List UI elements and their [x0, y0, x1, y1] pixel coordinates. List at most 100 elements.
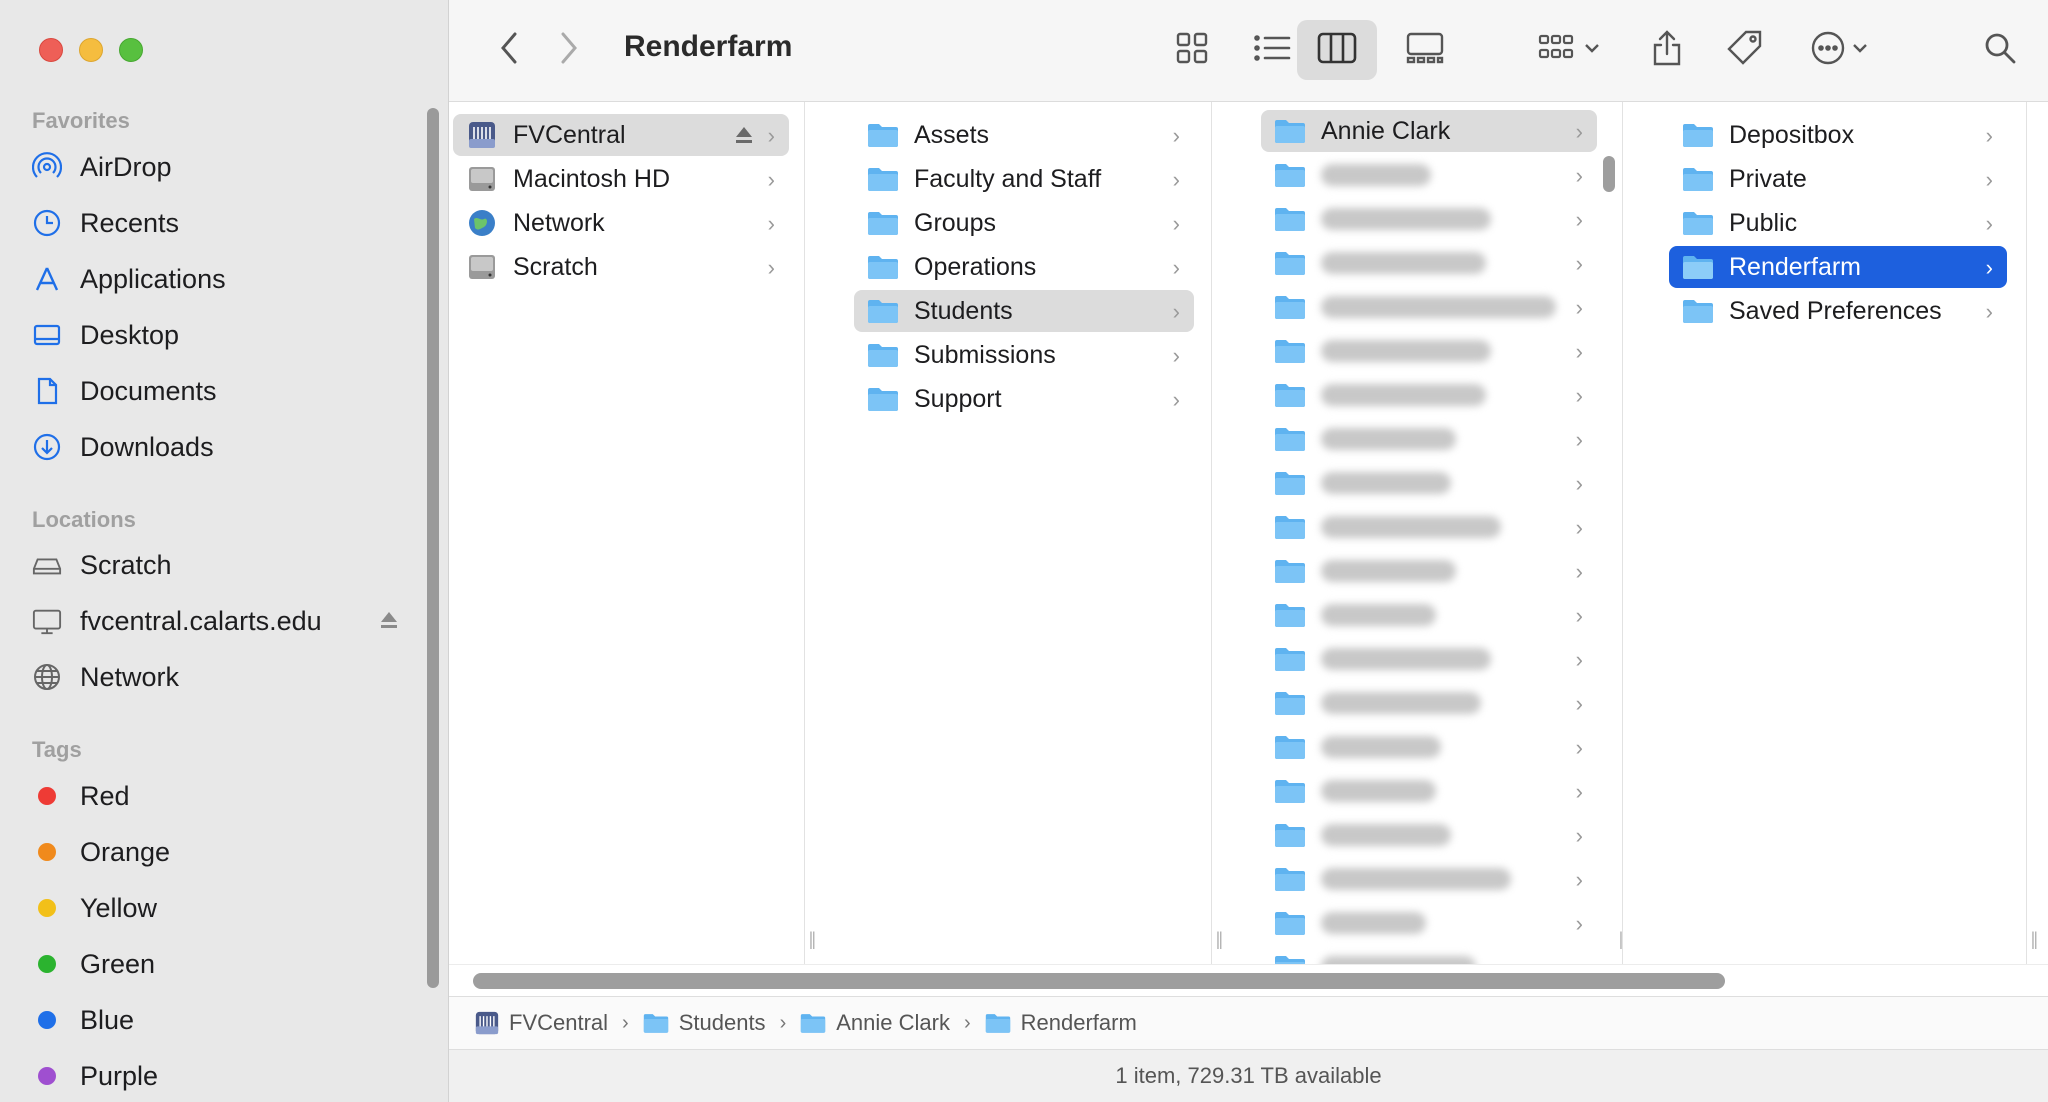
list-item[interactable]: ›	[1261, 550, 1597, 592]
chevron-right-icon: ›	[1575, 207, 1583, 232]
list-item-saved-preferences[interactable]: Saved Preferences ›	[1669, 290, 2007, 332]
finder-window: Favorites AirDrop Recents Applications D…	[0, 0, 2048, 1102]
item-label: Renderfarm	[1729, 252, 1861, 281]
list-item[interactable]: ›	[1261, 726, 1597, 768]
column-view-button[interactable]	[1297, 20, 1377, 80]
list-item[interactable]: ›	[1261, 506, 1597, 548]
list-item-operations[interactable]: Operations ›	[854, 246, 1194, 288]
path-crumb-label: FVCentral	[509, 1010, 609, 1035]
column-scrollbar[interactable]	[1603, 156, 1615, 192]
list-item-depositbox[interactable]: Depositbox ›	[1669, 114, 2007, 156]
zoom-window-button[interactable]	[119, 38, 143, 62]
tag-dot-icon	[38, 843, 56, 861]
list-item-annie-clark[interactable]: Annie Clark ›	[1261, 110, 1597, 152]
share-button[interactable]	[1639, 22, 1695, 78]
list-item[interactable]: ›	[1261, 770, 1597, 812]
list-item-renderfarm[interactable]: Renderfarm ›	[1669, 246, 2007, 288]
forward-button[interactable]	[549, 22, 589, 78]
path-crumb-label: Renderfarm	[1020, 1010, 1137, 1035]
path-crumb-fvcentral[interactable]: FVCentral	[475, 1010, 608, 1036]
sidebar-tag-purple[interactable]: Purple	[32, 1051, 422, 1101]
more-actions-button[interactable]	[1799, 22, 1879, 78]
path-crumb-label: Students	[678, 1010, 766, 1035]
list-item[interactable]: ›	[1261, 374, 1597, 416]
sidebar-tag-blue[interactable]: Blue	[32, 995, 422, 1045]
item-label: Submissions	[914, 340, 1056, 369]
horizontal-scrollbar-thumb[interactable]	[473, 973, 1725, 989]
list-item[interactable]: ›	[1261, 242, 1597, 284]
horizontal-scrollbar[interactable]	[449, 964, 2048, 996]
sidebar-tag-green[interactable]: Green	[32, 939, 422, 989]
list-item-public[interactable]: Public ›	[1669, 202, 2007, 244]
sidebar-item-scratch[interactable]: Scratch	[32, 540, 422, 590]
tag-icon	[1726, 29, 1764, 72]
close-window-button[interactable]	[39, 38, 63, 62]
list-item[interactable]: ›	[1261, 418, 1597, 460]
list-item-students[interactable]: Students ›	[854, 290, 1194, 332]
column-resize-handle[interactable]: ||	[1619, 929, 1622, 950]
eject-icon[interactable]	[378, 609, 400, 636]
list-item[interactable]: ›	[1261, 638, 1597, 680]
list-item-groups[interactable]: Groups ›	[854, 202, 1194, 244]
path-separator-icon: ›	[622, 1011, 629, 1034]
list-item[interactable]: ›	[1261, 814, 1597, 856]
list-item-fvcentral[interactable]: FVCentral ›	[453, 114, 789, 156]
list-item[interactable]: ›	[1261, 946, 1597, 964]
list-item-private[interactable]: Private ›	[1669, 158, 2007, 200]
list-item[interactable]: ›	[1261, 902, 1597, 944]
sidebar-tag-orange[interactable]: Orange	[32, 827, 422, 877]
group-by-button[interactable]	[1529, 22, 1609, 78]
list-item[interactable]: ›	[1261, 198, 1597, 240]
search-icon	[1983, 31, 2017, 70]
eject-icon[interactable]	[733, 124, 755, 151]
gallery-view-button[interactable]	[1385, 22, 1465, 78]
locations-section-title: Locations	[32, 507, 136, 532]
sidebar-item-applications[interactable]: Applications	[32, 254, 422, 304]
sidebar-item-airdrop[interactable]: AirDrop	[32, 142, 422, 192]
column-resize-handle[interactable]: ||	[1216, 929, 1224, 950]
sidebar: Favorites AirDrop Recents Applications D…	[0, 0, 449, 1102]
sidebar-item-fvcentral-server[interactable]: fvcentral.calarts.edu	[32, 596, 422, 646]
sidebar-tag-yellow[interactable]: Yellow	[32, 883, 422, 933]
list-item-faculty-and-staff[interactable]: Faculty and Staff ›	[854, 158, 1194, 200]
list-item[interactable]: ›	[1261, 286, 1597, 328]
sidebar-item-documents[interactable]: Documents	[32, 366, 422, 416]
sidebar-item-network[interactable]: Network	[32, 652, 422, 702]
sidebar-item-label: Purple	[80, 1060, 159, 1091]
sidebar-item-desktop[interactable]: Desktop	[32, 310, 422, 360]
list-item-macintosh-hd[interactable]: Macintosh HD ›	[453, 158, 789, 200]
path-crumb-annie-clark[interactable]: Annie Clark	[800, 1010, 950, 1036]
icon-view-button[interactable]	[1157, 22, 1227, 78]
column-resize-handle[interactable]: ||	[809, 929, 817, 950]
list-item[interactable]: ›	[1261, 858, 1597, 900]
chevron-right-icon: ›	[1172, 167, 1180, 192]
list-item-submissions[interactable]: Submissions ›	[854, 334, 1194, 376]
sidebar-item-downloads[interactable]: Downloads	[32, 422, 422, 472]
list-item[interactable]: ›	[1261, 682, 1597, 724]
list-item[interactable]: ›	[1261, 330, 1597, 372]
redacted-name	[1321, 604, 1436, 626]
path-crumb-students[interactable]: Students	[643, 1010, 766, 1036]
folder-icon	[1681, 209, 1715, 237]
chevron-right-icon: ›	[1575, 691, 1583, 716]
back-button[interactable]	[489, 22, 529, 78]
sidebar-item-recents[interactable]: Recents	[32, 198, 422, 248]
list-item-assets[interactable]: Assets ›	[854, 114, 1194, 156]
list-item[interactable]: ›	[1261, 462, 1597, 504]
clock-icon	[32, 208, 62, 238]
tag-dot-icon	[38, 899, 56, 917]
sidebar-scrollbar[interactable]	[427, 108, 439, 988]
chevron-right-icon: ›	[1575, 295, 1583, 320]
tags-button[interactable]	[1717, 22, 1773, 78]
column-resize-handle[interactable]: ||	[2031, 929, 2039, 950]
list-item-network[interactable]: Network ›	[453, 202, 789, 244]
list-item-support[interactable]: Support ›	[854, 378, 1194, 420]
search-button[interactable]	[1975, 22, 2025, 78]
list-item[interactable]: ›	[1261, 154, 1597, 196]
minimize-window-button[interactable]	[79, 38, 103, 62]
item-label: Support	[914, 384, 1002, 413]
sidebar-tag-red[interactable]: Red	[32, 771, 422, 821]
path-crumb-renderfarm[interactable]: Renderfarm	[985, 1010, 1137, 1036]
list-item[interactable]: ›	[1261, 594, 1597, 636]
list-item-scratch[interactable]: Scratch ›	[453, 246, 789, 288]
